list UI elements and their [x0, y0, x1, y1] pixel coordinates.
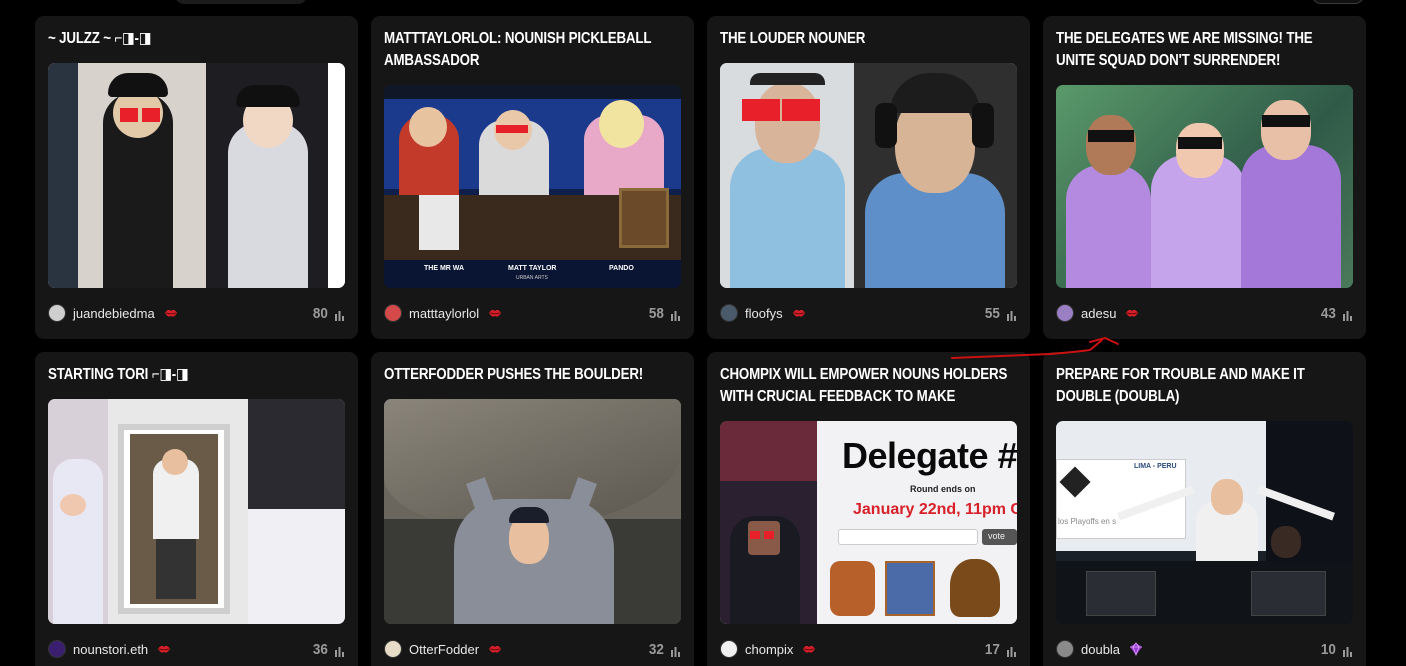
card-footer: juandebiedma 80 — [48, 302, 345, 324]
author-name[interactable]: doubla — [1081, 642, 1120, 657]
proposal-grid: ~ Julzz ~ ⌐◨-◨ juandebiedma — [35, 16, 1366, 666]
vote-count: 80 — [313, 304, 329, 322]
stream-label-2: MATT TAYLOR — [508, 265, 557, 272]
proposal-card[interactable]: The Delegates we are missing! The Unite … — [1043, 16, 1366, 339]
bar-chart-icon — [1006, 308, 1017, 321]
proposal-card[interactable]: OtterFodder pushes the boulder! OtterFod… — [371, 352, 694, 666]
bar-chart-icon — [670, 308, 681, 321]
bar-chart-icon — [1006, 644, 1017, 657]
card-title[interactable]: Prepare for trouble and make it double (… — [1056, 364, 1354, 408]
proposal-card[interactable]: ~ Julzz ~ ⌐◨-◨ juandebiedma — [35, 16, 358, 339]
author-avatar[interactable] — [48, 640, 66, 658]
author-avatar[interactable] — [1056, 640, 1074, 658]
lips-badge-icon — [802, 644, 816, 654]
proposal-card[interactable]: Chompix will empower Nouns holders with … — [707, 352, 1030, 666]
card-thumbnail[interactable] — [48, 63, 345, 288]
vote-count: 55 — [985, 304, 1001, 322]
author-name[interactable]: adesu — [1081, 306, 1116, 321]
delegate-heading: Delegate # — [842, 435, 1017, 476]
proposal-card[interactable]: Starting Tori ⌐◨-◨ nounstori.eth — [35, 352, 358, 666]
proposal-card[interactable]: Prepare for trouble and make it double (… — [1043, 352, 1366, 666]
bar-chart-icon — [670, 644, 681, 657]
author-name[interactable]: chompix — [745, 642, 793, 657]
vote-button: vote — [982, 529, 1017, 545]
card-title[interactable]: ~ Julzz ~ ⌐◨-◨ — [48, 28, 346, 50]
bar-chart-icon — [1342, 308, 1353, 321]
card-footer: nounstori.eth 36 — [48, 638, 345, 660]
card-title[interactable]: MattTaylorLOL: Nounish Pickleball Ambass… — [384, 28, 682, 72]
bar-chart-icon — [334, 308, 345, 321]
top-sort-pill[interactable] — [1312, 0, 1364, 4]
author-name[interactable]: juandebiedma — [73, 306, 155, 321]
lips-badge-icon — [164, 308, 178, 318]
vote-count: 10 — [1321, 640, 1337, 658]
card-footer: doubla 10 — [1056, 638, 1353, 660]
lips-badge-icon — [1125, 308, 1139, 318]
card-thumbnail[interactable]: THE MR WA MATT TAYLOR URBAN ARTS PANDO — [384, 85, 681, 288]
vote-count: 36 — [313, 640, 329, 658]
vote-count: 58 — [649, 304, 665, 322]
gem-badge-icon — [1129, 642, 1143, 656]
author-name[interactable]: floofys — [745, 306, 783, 321]
lips-badge-icon — [488, 308, 502, 318]
top-filter-pill[interactable] — [175, 0, 307, 4]
card-title[interactable]: Starting Tori ⌐◨-◨ — [48, 364, 346, 386]
stream-label-1: THE MR WA — [424, 265, 465, 272]
proposal-card[interactable]: The Louder Nouner floofys — [707, 16, 1030, 339]
author-name[interactable]: nounstori.eth — [73, 642, 148, 657]
vote-count: 43 — [1321, 304, 1337, 322]
card-footer: matttaylorlol 58 — [384, 302, 681, 324]
lips-badge-icon — [157, 644, 171, 654]
bar-chart-icon — [1342, 644, 1353, 657]
author-avatar[interactable] — [384, 304, 402, 322]
author-name[interactable]: OtterFodder — [409, 642, 479, 657]
author-avatar[interactable] — [48, 304, 66, 322]
card-thumbnail[interactable]: LIMA - PERU los Playoffs en s — [1056, 421, 1353, 624]
card-thumbnail[interactable]: Delegate # Round ends on January 22nd, 1… — [720, 421, 1017, 624]
stream-label-2-sub: URBAN ARTS — [516, 275, 548, 281]
card-footer: chompix 17 — [720, 638, 1017, 660]
page: ~ Julzz ~ ⌐◨-◨ juandebiedma — [0, 0, 1406, 666]
vote-count: 17 — [985, 640, 1001, 658]
stage-sign: LIMA - PERU — [1134, 463, 1177, 470]
card-thumbnail[interactable] — [384, 399, 681, 624]
card-title[interactable]: OtterFodder pushes the boulder! — [384, 364, 682, 386]
author-name[interactable]: matttaylorlol — [409, 306, 479, 321]
author-avatar[interactable] — [1056, 304, 1074, 322]
bar-chart-icon — [334, 644, 345, 657]
card-title[interactable]: Chompix will empower Nouns holders with … — [720, 364, 1018, 408]
lips-badge-icon — [792, 308, 806, 318]
card-footer: floofys 55 — [720, 302, 1017, 324]
stream-label-3: PANDO — [609, 265, 634, 272]
card-thumbnail[interactable] — [1056, 85, 1353, 288]
stage-sign-sub: los Playoffs en s — [1058, 517, 1117, 526]
card-thumbnail[interactable] — [720, 63, 1017, 288]
proposal-card[interactable]: MattTaylorLOL: Nounish Pickleball Ambass… — [371, 16, 694, 339]
card-title[interactable]: The Louder Nouner — [720, 28, 1018, 50]
card-thumbnail[interactable] — [48, 399, 345, 624]
vote-count: 32 — [649, 640, 665, 658]
author-avatar[interactable] — [720, 304, 738, 322]
lips-badge-icon — [488, 644, 502, 654]
author-avatar[interactable] — [384, 640, 402, 658]
card-title[interactable]: The Delegates we are missing! The Unite … — [1056, 28, 1354, 72]
card-footer: adesu 43 — [1056, 302, 1353, 324]
round-ends-label: Round ends on — [910, 484, 976, 494]
card-footer: OtterFodder 32 — [384, 638, 681, 660]
round-date: January 22nd, 11pm C — [853, 501, 1017, 518]
author-avatar[interactable] — [720, 640, 738, 658]
